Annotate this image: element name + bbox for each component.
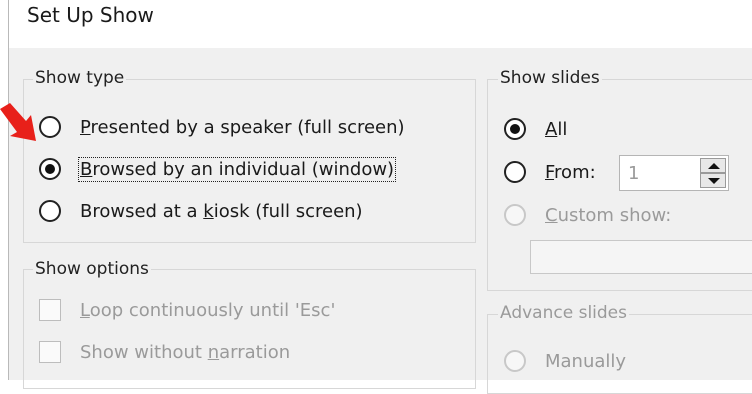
browsed-by-individual-label: Browsed by an individual (window): [77, 156, 397, 182]
radio-from-slide[interactable]: [504, 161, 526, 183]
show-without-narration-checkbox[interactable]: [39, 341, 61, 363]
title-bar: Set Up Show: [9, 0, 752, 48]
custom-show-select[interactable]: [530, 240, 752, 274]
show-without-narration-option[interactable]: Show without narration: [39, 341, 290, 363]
manually-label: Manually: [545, 350, 627, 372]
from-slide-option[interactable]: From:: [504, 161, 596, 183]
from-slide-value[interactable]: 1: [628, 163, 639, 184]
set-up-show-dialog: Set Up Show Show type Presented by a spe…: [8, 0, 752, 394]
red-arrow-icon: [0, 103, 36, 141]
advance-slides-label: Advance slides: [498, 303, 629, 323]
manually-option[interactable]: Manually: [504, 350, 626, 372]
show-options-label: Show options: [33, 259, 151, 279]
show-slides-label: Show slides: [498, 68, 602, 88]
from-slide-spinner[interactable]: 1: [619, 155, 729, 191]
radio-browsed-by-individual[interactable]: [39, 158, 61, 180]
radio-presented-by-speaker[interactable]: [39, 116, 61, 138]
browsed-by-individual-option[interactable]: Browsed by an individual (window): [39, 156, 397, 182]
from-slide-label: From:: [545, 161, 596, 183]
presented-by-speaker-option[interactable]: Presented by a speaker (full screen): [39, 116, 405, 138]
loop-continuously-label: Loop continuously until 'Esc': [80, 299, 336, 321]
presented-by-speaker-label: Presented by a speaker (full screen): [80, 116, 405, 138]
browsed-at-kiosk-label: Browsed at a kiosk (full screen): [80, 200, 363, 222]
spinner-buttons: [700, 158, 726, 188]
dialog-title: Set Up Show: [27, 3, 154, 27]
show-type-label: Show type: [33, 68, 127, 88]
custom-show-label: Custom show:: [545, 204, 672, 226]
browsed-at-kiosk-option[interactable]: Browsed at a kiosk (full screen): [39, 200, 363, 222]
custom-show-option[interactable]: Custom show:: [504, 204, 671, 226]
loop-continuously-checkbox[interactable]: [39, 299, 61, 321]
loop-continuously-option[interactable]: Loop continuously until 'Esc': [39, 299, 335, 321]
all-slides-label: All: [545, 118, 568, 140]
radio-custom-show[interactable]: [504, 204, 526, 226]
radio-browsed-at-kiosk[interactable]: [39, 200, 61, 222]
show-options-group: [23, 269, 476, 389]
spin-down-icon[interactable]: [700, 173, 726, 188]
all-slides-option[interactable]: All: [504, 118, 567, 140]
radio-manually[interactable]: [504, 350, 526, 372]
radio-all-slides[interactable]: [504, 118, 526, 140]
spin-up-icon[interactable]: [700, 158, 726, 173]
show-without-narration-label: Show without narration: [80, 341, 291, 363]
